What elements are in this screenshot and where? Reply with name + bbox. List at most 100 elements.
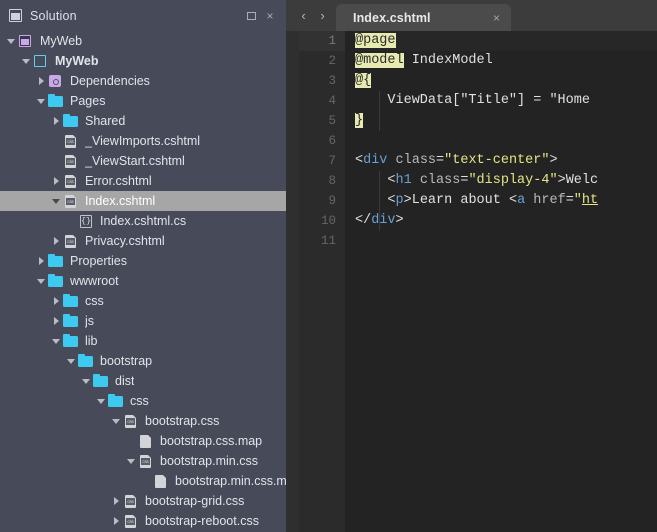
tree-item-label: _ViewStart.cshtml xyxy=(85,154,185,168)
chevron-right-icon[interactable] xyxy=(49,291,63,311)
folder-icon xyxy=(108,393,124,409)
cshtml-file-icon: css xyxy=(63,153,79,169)
code-line[interactable]: </div> xyxy=(355,211,657,231)
tree-item-dist[interactable]: dist xyxy=(0,371,286,391)
tree-item-label: Dependencies xyxy=(70,74,150,88)
tree-item-label: bootstrap xyxy=(100,354,153,368)
tree-item-bootstrap-css[interactable]: css bootstrap.css xyxy=(0,411,286,431)
tree-item-dependencies[interactable]: Dependencies xyxy=(0,71,286,91)
chevron-right-icon[interactable] xyxy=(34,251,48,271)
chevron-right-icon[interactable] xyxy=(34,71,48,91)
tree-item-css[interactable]: css xyxy=(0,291,286,311)
tree-item-label: bootstrap-reboot.css xyxy=(145,514,259,528)
tree-item-myweb[interactable]: MyWeb xyxy=(0,51,286,71)
code-token: Learn about xyxy=(411,193,509,208)
chevron-right-icon[interactable] xyxy=(109,491,123,511)
chevron-down-icon[interactable] xyxy=(19,51,33,71)
chevron-down-icon[interactable] xyxy=(109,411,123,431)
chevron-down-icon[interactable] xyxy=(49,191,63,211)
tree-item-lib[interactable]: lib xyxy=(0,331,286,351)
tree-item-wwwroot[interactable]: wwwroot xyxy=(0,271,286,291)
tree-item-js[interactable]: js xyxy=(0,311,286,331)
cshtml-file-icon: css xyxy=(63,133,79,149)
chevron-right-icon[interactable] xyxy=(49,231,63,251)
panel-title: Solution xyxy=(30,8,77,23)
chevron-down-icon[interactable] xyxy=(64,351,78,371)
cshtml-file-icon: css xyxy=(63,233,79,249)
code-line[interactable]: } xyxy=(355,111,657,131)
tree-item-label: Pages xyxy=(70,94,106,108)
chevron-right-icon[interactable]: › xyxy=(313,5,332,27)
code-line[interactable] xyxy=(355,131,657,151)
tree-item-css[interactable]: css xyxy=(0,391,286,411)
code-token: a xyxy=(517,193,526,208)
project-icon xyxy=(33,53,49,69)
code-line[interactable]: @page xyxy=(355,31,657,51)
code-token: ] = xyxy=(517,93,550,108)
code-token: @{ xyxy=(355,73,372,88)
tree-item-label: _ViewImports.cshtml xyxy=(85,134,201,148)
chevron-right-icon[interactable] xyxy=(49,311,63,331)
chevron-down-icon[interactable] xyxy=(94,391,108,411)
chevron-right-icon[interactable] xyxy=(49,111,63,131)
editor-tab-active[interactable]: Index.cshtml × xyxy=(336,4,511,31)
tree-item-viewimports-cshtml[interactable]: css _ViewImports.cshtml xyxy=(0,131,286,151)
tree-item-pages[interactable]: Pages xyxy=(0,91,286,111)
chevron-right-icon[interactable] xyxy=(49,171,63,191)
tree-item-myweb[interactable]: MyWeb xyxy=(0,31,286,51)
chevron-down-icon[interactable] xyxy=(34,91,48,111)
solution-tree[interactable]: MyWeb MyWeb Dependencies Pages Shared css _Vie… xyxy=(0,31,286,532)
tree-item-bootstrap[interactable]: bootstrap xyxy=(0,351,286,371)
line-number: 5 xyxy=(328,114,336,128)
code-token: href xyxy=(533,193,566,208)
chevron-down-icon[interactable] xyxy=(49,331,63,351)
tree-item-label: dist xyxy=(115,374,135,388)
tab-close-icon[interactable]: × xyxy=(488,11,505,25)
tree-item-bootstrap-css-map[interactable]: bootstrap.css.map xyxy=(0,431,286,451)
tree-item-bootstrap-grid-css[interactable]: css bootstrap-grid.css xyxy=(0,491,286,511)
code-line[interactable] xyxy=(355,231,657,251)
chevron-down-icon[interactable] xyxy=(34,271,48,291)
code-token: @page xyxy=(355,33,396,48)
chevron-right-icon[interactable] xyxy=(109,511,123,531)
code-token: = xyxy=(565,193,574,208)
code-text[interactable]: @page @model IndexModel @{ ViewData["Title… xyxy=(345,31,657,532)
tree-item-index-cshtml-cs[interactable]: {} Index.cshtml.cs xyxy=(0,211,286,231)
code-token: class xyxy=(395,153,437,168)
tree-item-error-cshtml[interactable]: css Error.cshtml xyxy=(0,171,286,191)
code-line[interactable]: @{ xyxy=(355,71,657,91)
tree-item-bootstrap-min-css-map[interactable]: bootstrap.min.css.map xyxy=(0,471,286,491)
code-line[interactable]: @model IndexModel xyxy=(355,51,657,71)
tree-item-label: bootstrap.min.css.map xyxy=(175,474,286,488)
dock-icon[interactable] xyxy=(243,8,259,24)
tree-item-label: wwwroot xyxy=(70,274,119,288)
code-line[interactable]: <div class="text-center"> xyxy=(355,151,657,171)
tree-item-bootstrap-min-css[interactable]: css bootstrap.min.css xyxy=(0,451,286,471)
code-line[interactable]: ViewData["Title"] = "Home xyxy=(355,91,657,111)
close-icon[interactable]: × xyxy=(262,8,278,24)
tree-item-label: bootstrap.min.css xyxy=(160,454,258,468)
dependencies-icon xyxy=(48,73,64,89)
code-token: ViewData[ xyxy=(355,93,461,108)
tree-item-bootstrap-reboot-css[interactable]: css bootstrap-reboot.css xyxy=(0,511,286,531)
code-token: < xyxy=(355,193,396,208)
chevron-down-icon[interactable] xyxy=(79,371,93,391)
chevron-left-icon[interactable]: ‹ xyxy=(294,5,313,27)
tree-item-shared[interactable]: Shared xyxy=(0,111,286,131)
code-line[interactable]: <p>Learn about <a href="ht xyxy=(355,191,657,211)
code-line[interactable]: <h1 class="display-4">Welc xyxy=(355,171,657,191)
nav-buttons: ‹ › xyxy=(286,0,336,31)
code-token: > xyxy=(403,193,412,208)
chevron-down-icon[interactable] xyxy=(124,451,138,471)
tree-item-label: Index.cshtml xyxy=(85,194,156,208)
tree-item-privacy-cshtml[interactable]: css Privacy.cshtml xyxy=(0,231,286,251)
chevron-down-icon[interactable] xyxy=(4,31,18,51)
tree-item-viewstart-cshtml[interactable]: css _ViewStart.cshtml xyxy=(0,151,286,171)
tree-item-index-cshtml[interactable]: css Index.cshtml xyxy=(0,191,286,211)
tree-item-properties[interactable]: Properties xyxy=(0,251,286,271)
